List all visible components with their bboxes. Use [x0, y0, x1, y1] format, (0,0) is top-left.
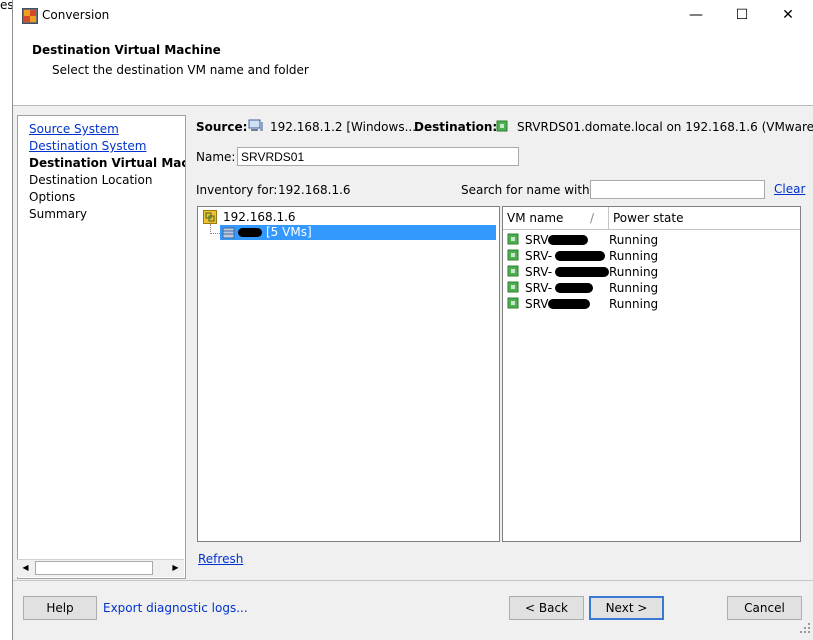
- close-button[interactable]: ✕: [765, 0, 811, 32]
- vm-icon: [507, 297, 519, 309]
- computer-icon: [248, 119, 263, 131]
- vm-list[interactable]: VM name ∕ Power state SRV Running SRV- R…: [502, 206, 801, 542]
- vm-name-cell: SRV-: [525, 249, 553, 263]
- page-subtitle: Select the destination VM name and folde…: [52, 63, 309, 77]
- step-destination-location: Destination Location: [29, 173, 153, 187]
- host-icon: [203, 210, 217, 224]
- inventory-host: 192.168.1.6: [278, 183, 351, 197]
- vm-name-cell: SRV-: [525, 281, 553, 295]
- vm-name-cell: SRV: [525, 233, 549, 247]
- redacted-vm-name: [555, 267, 609, 277]
- scroll-left-icon[interactable]: ◀: [17, 560, 34, 577]
- wizard-header: Destination Virtual Machine Select the d…: [13, 32, 813, 106]
- footer-divider: [13, 580, 813, 581]
- vm-icon: [507, 281, 519, 293]
- destination-label: Destination:: [414, 120, 498, 134]
- vm-icon: [507, 249, 519, 261]
- column-power-state[interactable]: Power state: [609, 207, 800, 229]
- source-value: 192.168.1.2 [Windows...: [270, 120, 417, 134]
- redacted-vm-name: [548, 235, 588, 245]
- table-row[interactable]: SRV- Running: [503, 264, 800, 280]
- title-bar[interactable]: Conversion — ☐ ✕: [13, 0, 813, 32]
- step-source-system[interactable]: Source System: [29, 122, 119, 136]
- help-button[interactable]: Help: [23, 596, 97, 620]
- vm-name-input[interactable]: [237, 147, 519, 166]
- scroll-right-icon[interactable]: ▶: [167, 560, 184, 577]
- search-label: Search for name with:: [461, 183, 594, 197]
- back-button[interactable]: < Back: [509, 596, 584, 620]
- table-row[interactable]: SRV Running: [503, 232, 800, 248]
- steps-horizontal-scrollbar[interactable]: ◀ ▶: [17, 559, 184, 577]
- minimize-button[interactable]: —: [673, 0, 719, 32]
- column-vm-name[interactable]: VM name ∕: [503, 207, 609, 229]
- export-diagnostic-logs-link[interactable]: Export diagnostic logs...: [103, 601, 248, 615]
- vm-name-cell: SRV: [525, 297, 549, 311]
- vm-list-header: VM name ∕ Power state: [503, 207, 800, 230]
- name-label: Name:: [196, 150, 236, 164]
- vm-name-cell: SRV-: [525, 265, 553, 279]
- power-state-cell: Running: [609, 281, 659, 295]
- resize-grip-icon[interactable]: [799, 622, 811, 634]
- refresh-link[interactable]: Refresh: [198, 552, 243, 566]
- conversion-window: Conversion — ☐ ✕ Destination Virtual Mac…: [12, 0, 813, 640]
- maximize-button[interactable]: ☐: [719, 0, 765, 32]
- power-state-cell: Running: [609, 249, 659, 263]
- redacted-vm-name: [555, 283, 593, 293]
- redacted-pool-name: [238, 228, 262, 237]
- power-state-cell: Running: [609, 297, 659, 311]
- tree-child-label: [5 VMs]: [266, 225, 312, 239]
- page-title: Destination Virtual Machine: [32, 43, 221, 57]
- tree-root-host[interactable]: 192.168.1.6: [223, 210, 296, 224]
- power-state-cell: Running: [609, 233, 659, 247]
- source-label: Source:: [196, 120, 248, 134]
- vm-icon: [507, 233, 519, 245]
- resource-pool-icon: [222, 227, 235, 239]
- destination-value: SRVRDS01.domate.local on 192.168.1.6 (VM…: [517, 120, 813, 134]
- scroll-thumb[interactable]: [35, 561, 153, 575]
- sort-icon: ∕: [590, 211, 595, 225]
- vm-icon: [507, 265, 519, 277]
- clear-link[interactable]: Clear: [774, 182, 805, 196]
- table-row[interactable]: SRV- Running: [503, 280, 800, 296]
- tree-child-resource-pool[interactable]: [5 VMs]: [220, 225, 496, 240]
- step-destination-virtual-machine: Destination Virtual Machine: [29, 156, 186, 170]
- window-title: Conversion: [42, 8, 110, 22]
- vm-destination-icon: [496, 120, 508, 132]
- power-state-cell: Running: [609, 265, 659, 279]
- app-icon: [22, 8, 38, 24]
- redacted-vm-name: [548, 299, 590, 309]
- redacted-vm-name: [555, 251, 605, 261]
- table-row[interactable]: SRV- Running: [503, 248, 800, 264]
- wizard-steps-panel: Source System Destination System Destina…: [17, 115, 186, 579]
- inventory-label: Inventory for:: [196, 183, 278, 197]
- step-destination-system[interactable]: Destination System: [29, 139, 146, 153]
- table-row[interactable]: SRV Running: [503, 296, 800, 312]
- search-input[interactable]: [590, 180, 765, 199]
- step-options: Options: [29, 190, 76, 204]
- cancel-button[interactable]: Cancel: [727, 596, 802, 620]
- next-button[interactable]: Next >: [589, 596, 664, 620]
- inventory-tree[interactable]: 192.168.1.6 [5 VMs]: [197, 206, 500, 542]
- step-summary: Summary: [29, 207, 87, 221]
